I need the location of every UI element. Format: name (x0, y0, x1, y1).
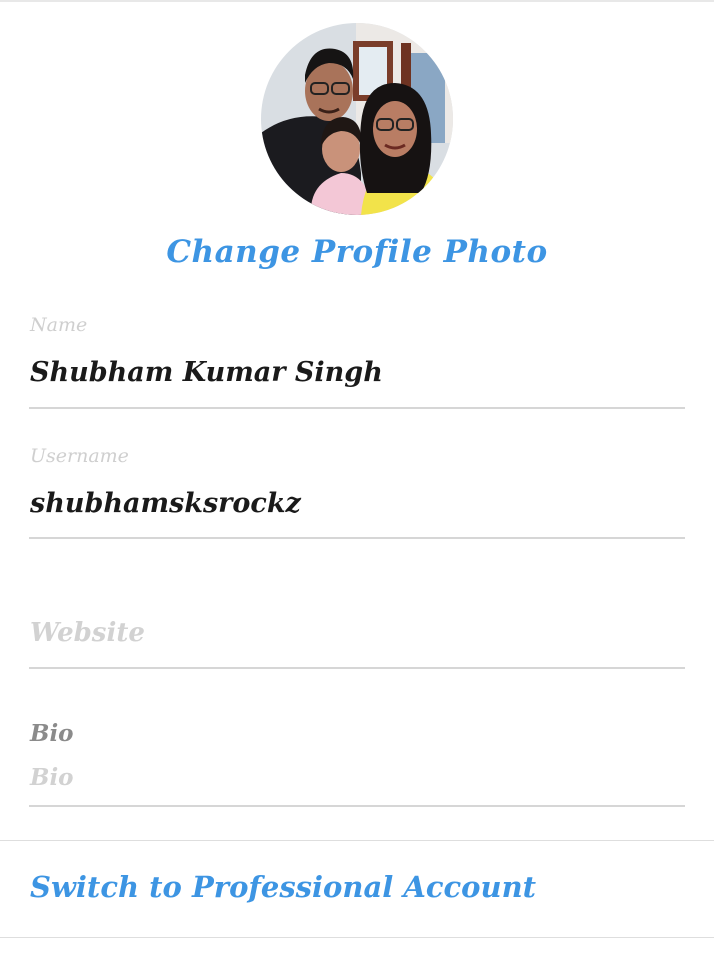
profile-photo[interactable] (261, 23, 453, 215)
username-label: Username (30, 445, 129, 467)
name-input[interactable]: Shubham Kumar Singh (30, 357, 383, 388)
name-underline (29, 407, 685, 409)
website-input[interactable]: Website (30, 618, 145, 648)
switch-to-professional-account-link[interactable]: Switch to Professional Account (30, 870, 536, 904)
bio-label: Bio (30, 720, 74, 747)
name-label: Name (30, 314, 88, 336)
top-divider (0, 0, 714, 2)
username-input[interactable]: shubhamsksrockz (30, 488, 301, 519)
bio-underline (29, 805, 685, 807)
edit-profile-screen: Change Profile Photo Name Shubham Kumar … (0, 0, 714, 953)
section-divider-bottom (0, 937, 714, 938)
profile-photo-image (261, 23, 453, 215)
change-profile-photo-link[interactable]: Change Profile Photo (0, 234, 714, 270)
website-underline (29, 667, 685, 669)
section-divider-top (0, 840, 714, 841)
username-underline (29, 537, 685, 539)
bio-input[interactable]: Bio (30, 764, 74, 791)
